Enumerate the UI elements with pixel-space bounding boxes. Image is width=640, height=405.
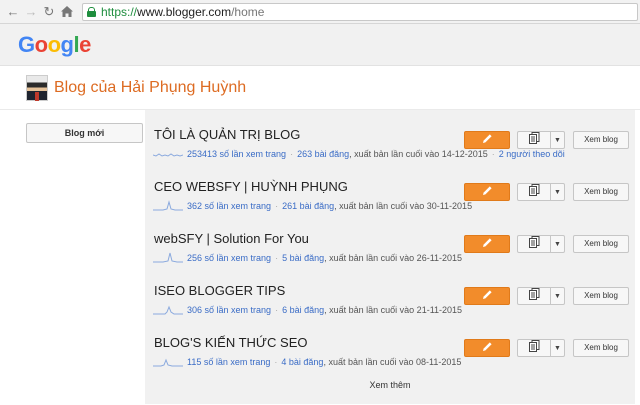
posts-list-button[interactable] xyxy=(517,235,551,253)
address-bar[interactable]: https://www.blogger.com/home xyxy=(82,2,638,21)
url-path: /home xyxy=(231,4,265,19)
view-blog-button[interactable]: Xem blog xyxy=(573,339,629,357)
page-views-link[interactable]: 253413 số lần xem trang xyxy=(187,149,286,159)
new-post-button[interactable] xyxy=(464,183,510,201)
page-views-link[interactable]: 256 số lần xem trang xyxy=(187,253,271,263)
copy-icon xyxy=(528,131,540,149)
pencil-icon xyxy=(482,183,493,201)
posts-link[interactable]: 261 bài đăng xyxy=(282,201,334,211)
blog-stats: 115 số lần xem trang · 4 bài đăng, xuất bả… xyxy=(187,357,462,367)
reload-icon[interactable]: ↻ xyxy=(40,3,58,21)
view-blog-button[interactable]: Xem blog xyxy=(573,287,629,305)
new-post-button[interactable] xyxy=(464,131,510,149)
google-logo[interactable]: Google xyxy=(18,32,91,58)
pageviews-sparkline xyxy=(153,252,183,263)
pageviews-sparkline xyxy=(153,153,183,157)
main-content: Blog mới Xem thêm TÔI LÀ QUẢN TRỊ BLOG 25… xyxy=(0,110,640,404)
browser-toolbar: ← → ↻ https://www.blogger.com/home xyxy=(0,0,640,24)
blog-stats: 306 số lần xem trang · 6 bài đăng, xuất bả… xyxy=(187,305,463,315)
blog-title-link[interactable]: ISEO BLOGGER TIPS xyxy=(154,283,285,298)
last-published: xuất bản lần cuối vào 21-11-2015 xyxy=(329,305,463,315)
caret-down-icon: ▼ xyxy=(554,344,561,352)
blog-title-link[interactable]: CEO WEBSFY | HUỲNH PHỤNG xyxy=(154,179,348,194)
new-post-button[interactable] xyxy=(464,287,510,305)
google-bar: Google xyxy=(0,24,640,66)
blog-title-link[interactable]: TÔI LÀ QUẢN TRỊ BLOG xyxy=(154,127,300,142)
new-post-button[interactable] xyxy=(464,339,510,357)
last-published: xuất bản lần cuối vào 08-11-2015 xyxy=(328,357,462,367)
url-host: www.blogger.com xyxy=(137,4,232,19)
new-post-button[interactable] xyxy=(464,235,510,253)
blog-menu-button[interactable]: ▼ xyxy=(550,287,565,305)
copy-icon xyxy=(528,339,540,357)
back-icon[interactable]: ← xyxy=(4,3,22,21)
pencil-icon xyxy=(482,339,493,357)
caret-down-icon: ▼ xyxy=(554,240,561,248)
blog-menu-button[interactable]: ▼ xyxy=(550,339,565,357)
home-icon[interactable] xyxy=(58,3,76,21)
posts-link[interactable]: 4 bài đăng xyxy=(281,357,323,367)
url-scheme: https:// xyxy=(101,4,138,19)
pageviews-sparkline xyxy=(153,358,183,367)
blog-stats: 362 số lần xem trang · 261 bài đăng, xuất … xyxy=(187,201,473,211)
posts-link[interactable]: 5 bài đăng xyxy=(282,253,324,263)
blog-row: BLOG'S KIẾN THỨC SEO 115 số lần xem trang… xyxy=(145,327,635,379)
posts-link[interactable]: 263 bài đăng xyxy=(297,149,349,159)
caret-down-icon: ▼ xyxy=(554,188,561,196)
blog-row: CEO WEBSFY | HUỲNH PHỤNG 362 số lần xem t… xyxy=(145,171,635,223)
last-published: xuất bản lần cuối vào 26-11-2015 xyxy=(329,253,463,263)
copy-icon xyxy=(528,287,540,305)
pageviews-sparkline xyxy=(153,200,183,211)
view-blog-button[interactable]: Xem blog xyxy=(573,235,629,253)
caret-down-icon: ▼ xyxy=(554,136,561,144)
blog-menu-button[interactable]: ▼ xyxy=(550,183,565,201)
blog-title-link[interactable]: BLOG'S KIẾN THỨC SEO xyxy=(154,335,308,350)
posts-link[interactable]: 6 bài đăng xyxy=(282,305,324,315)
blog-title-link[interactable]: webSFY | Solution For You xyxy=(154,231,309,246)
view-blog-button[interactable]: Xem blog xyxy=(573,183,629,201)
copy-icon xyxy=(528,183,540,201)
new-blog-button[interactable]: Blog mới xyxy=(26,123,143,143)
lock-icon xyxy=(87,6,96,17)
pageviews-sparkline xyxy=(153,305,183,315)
pencil-icon xyxy=(482,287,493,305)
page-views-link[interactable]: 306 số lần xem trang xyxy=(187,305,271,315)
forward-icon[interactable]: → xyxy=(22,3,40,21)
pencil-icon xyxy=(482,235,493,253)
posts-list-button[interactable] xyxy=(517,131,551,149)
page-views-link[interactable]: 115 số lần xem trang xyxy=(187,357,270,367)
blog-stats: 256 số lần xem trang · 5 bài đăng, xuất bả… xyxy=(187,253,463,263)
page-views-link[interactable]: 362 số lần xem trang xyxy=(187,201,271,211)
caret-down-icon: ▼ xyxy=(554,292,561,300)
page-title: Blog của Hải Phụng Huỳnh xyxy=(54,78,247,96)
blog-row: TÔI LÀ QUẢN TRỊ BLOG 253413 số lần xem tr… xyxy=(145,119,635,171)
pencil-icon xyxy=(482,131,493,149)
blog-menu-button[interactable]: ▼ xyxy=(550,235,565,253)
blog-header: Blog của Hải Phụng Huỳnh xyxy=(0,66,640,110)
followers-link[interactable]: 2 người theo dõi xyxy=(499,149,565,159)
posts-list-button[interactable] xyxy=(517,183,551,201)
blog-row: webSFY | Solution For You 256 số lần xem … xyxy=(145,223,635,275)
see-more-link[interactable]: Xem thêm xyxy=(145,380,635,390)
posts-list-button[interactable] xyxy=(517,287,551,305)
posts-list-button[interactable] xyxy=(517,339,551,357)
view-blog-button[interactable]: Xem blog xyxy=(573,131,629,149)
blog-stats: 253413 số lần xem trang · 263 bài đăng, xu… xyxy=(187,149,565,159)
blog-list: Xem thêm TÔI LÀ QUẢN TRỊ BLOG 253413 số l… xyxy=(145,110,635,404)
avatar[interactable] xyxy=(26,74,48,101)
copy-icon xyxy=(528,235,540,253)
blog-row: ISEO BLOGGER TIPS 306 số lần xem trang · 6 … xyxy=(145,275,635,327)
last-published: xuất bản lần cuối vào 30-11-2015 xyxy=(339,201,473,211)
blog-menu-button[interactable]: ▼ xyxy=(550,131,565,149)
last-published: xuất bản lần cuối vào 14-12-2015 xyxy=(354,149,488,159)
